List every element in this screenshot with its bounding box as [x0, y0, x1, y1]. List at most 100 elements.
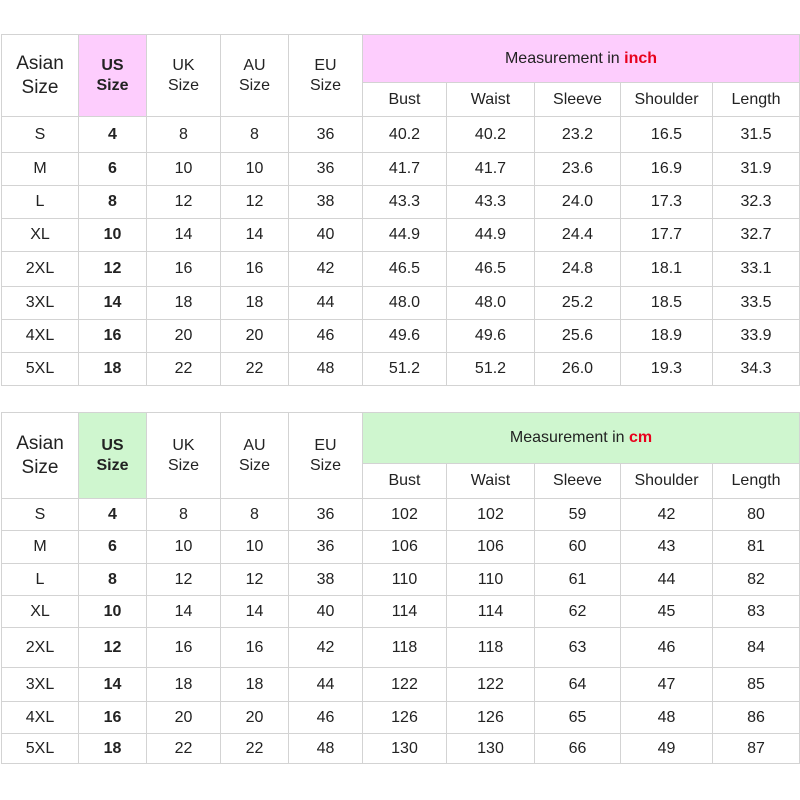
cell-us-size: 16 — [78, 319, 147, 353]
table-row: L 8 12 12 38 43.3 43.3 24.0 17.3 32.3 — [1, 185, 800, 219]
cell-sleeve: 25.6 — [534, 319, 621, 353]
cell-shoulder: 16.5 — [620, 116, 713, 153]
size-chart-cm: Asian Size US Size UK Size AU Size EU Size Me… — [1, 412, 800, 764]
cell-waist: 40.2 — [446, 116, 535, 153]
table-row: 2XL 12 16 16 42 118 118 63 46 84 — [1, 627, 800, 668]
cell-length: 80 — [711, 498, 800, 531]
cell-length: 32.3 — [711, 185, 800, 219]
header-sleeve: Sleeve — [534, 82, 621, 117]
header-waist: Waist — [446, 82, 535, 117]
header-length: Length — [711, 82, 800, 117]
cell-eu-size: 42 — [288, 627, 363, 668]
cell-au-size: 14 — [220, 595, 289, 628]
cell-au-size: 8 — [220, 498, 289, 531]
cell-asian-size: 2XL — [1, 627, 79, 668]
cell-length: 82 — [711, 563, 800, 596]
cell-sleeve: 61 — [534, 563, 621, 596]
cell-shoulder: 49 — [620, 733, 713, 764]
cell-au-size: 22 — [220, 352, 289, 386]
cell-bust: 46.5 — [362, 251, 447, 287]
cell-uk-size: 14 — [146, 218, 221, 252]
cell-sleeve: 65 — [534, 701, 621, 734]
cell-asian-size: L — [1, 185, 79, 219]
cell-shoulder: 48 — [620, 701, 713, 734]
cell-uk-size: 10 — [146, 152, 221, 186]
cell-sleeve: 24.4 — [534, 218, 621, 252]
cell-eu-size: 44 — [288, 667, 363, 702]
table-row: M 6 10 10 36 41.7 41.7 23.6 16.9 31.9 — [1, 152, 800, 186]
table-row: S 4 8 8 36 102 102 59 42 80 — [1, 498, 800, 531]
size-chart-inch: Asian Size US Size UK Size AU Size EU Size Me… — [1, 34, 800, 386]
cell-asian-size: 5XL — [1, 352, 79, 386]
table-row: XL 10 14 14 40 114 114 62 45 83 — [1, 595, 800, 628]
cell-uk-size: 8 — [146, 116, 221, 153]
cell-au-size: 10 — [220, 152, 289, 186]
cell-uk-size: 22 — [146, 352, 221, 386]
cell-uk-size: 14 — [146, 595, 221, 628]
cell-length: 84 — [711, 627, 800, 668]
cell-au-size: 16 — [220, 251, 289, 287]
cell-au-size: 12 — [220, 185, 289, 219]
cell-us-size: 6 — [78, 152, 147, 186]
cell-bust: 51.2 — [362, 352, 447, 386]
cell-us-size: 4 — [78, 116, 147, 153]
cell-au-size: 18 — [220, 286, 289, 320]
cell-bust: 102 — [362, 498, 447, 531]
table-row: 4XL 16 20 20 46 126 126 65 48 86 — [1, 701, 800, 734]
cell-eu-size: 36 — [288, 116, 363, 153]
header-asian-size: Asian Size — [1, 34, 79, 117]
table-row: L 8 12 12 38 110 110 61 44 82 — [1, 563, 800, 596]
cell-asian-size: XL — [1, 218, 79, 252]
cell-shoulder: 19.3 — [620, 352, 713, 386]
cell-us-size: 10 — [78, 218, 147, 252]
cell-sleeve: 24.0 — [534, 185, 621, 219]
cell-uk-size: 10 — [146, 530, 221, 564]
cell-length: 83 — [711, 595, 800, 628]
header-measurement-cm: Measurement in cm — [361, 412, 800, 464]
cell-shoulder: 17.3 — [620, 185, 713, 219]
cell-asian-size: 3XL — [1, 286, 79, 320]
cell-us-size: 4 — [78, 498, 147, 531]
cell-us-size: 12 — [78, 627, 147, 668]
cell-waist: 44.9 — [446, 218, 535, 252]
header-us-size: US Size — [78, 34, 147, 117]
header-shoulder: Shoulder — [620, 82, 713, 117]
cell-length: 33.1 — [711, 251, 800, 287]
header-sleeve: Sleeve — [534, 463, 621, 499]
header-length: Length — [711, 463, 800, 499]
cell-sleeve: 64 — [534, 667, 621, 702]
cell-us-size: 6 — [78, 530, 147, 564]
cell-waist: 130 — [446, 733, 535, 764]
cell-sleeve: 60 — [534, 530, 621, 564]
measurement-unit-inch: inch — [624, 49, 658, 67]
cell-us-size: 18 — [78, 352, 147, 386]
cell-uk-size: 12 — [146, 563, 221, 596]
cell-asian-size: 4XL — [1, 319, 79, 353]
cell-us-size: 8 — [78, 185, 147, 219]
cell-asian-size: 4XL — [1, 701, 79, 734]
cell-asian-size: 2XL — [1, 251, 79, 287]
cell-uk-size: 20 — [146, 319, 221, 353]
header-uk-size: UK Size — [146, 412, 221, 499]
cell-eu-size: 38 — [288, 185, 363, 219]
cell-au-size: 20 — [220, 701, 289, 734]
header-au-size: AU Size — [220, 34, 289, 117]
cell-bust: 110 — [362, 563, 447, 596]
cell-uk-size: 16 — [146, 627, 221, 668]
cell-eu-size: 40 — [288, 218, 363, 252]
cell-shoulder: 16.9 — [620, 152, 713, 186]
table-row: S 4 8 8 36 40.2 40.2 23.2 16.5 31.5 — [1, 116, 800, 153]
cell-uk-size: 16 — [146, 251, 221, 287]
cell-length: 85 — [711, 667, 800, 702]
cell-bust: 126 — [362, 701, 447, 734]
table-row: 3XL 14 18 18 44 48.0 48.0 25.2 18.5 33.5 — [1, 286, 800, 320]
cell-au-size: 14 — [220, 218, 289, 252]
header-bust: Bust — [362, 82, 447, 117]
cell-bust: 130 — [362, 733, 447, 764]
cell-asian-size: S — [1, 116, 79, 153]
cell-eu-size: 40 — [288, 595, 363, 628]
cell-waist: 118 — [446, 627, 535, 668]
cell-eu-size: 44 — [288, 286, 363, 320]
table-row: 4XL 16 20 20 46 49.6 49.6 25.6 18.9 33.9 — [1, 319, 800, 353]
cell-shoulder: 46 — [620, 627, 713, 668]
